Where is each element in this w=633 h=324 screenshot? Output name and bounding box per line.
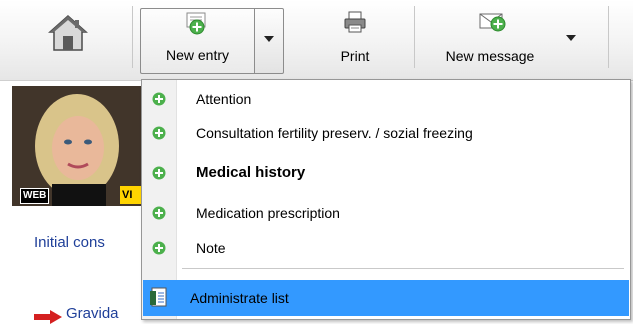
gravida-link[interactable]: Gravida [66, 305, 119, 322]
web-badge: WEB [20, 188, 50, 204]
list-document-icon [150, 287, 167, 307]
menu-item-medical-history[interactable]: Medical history [143, 156, 629, 190]
chevron-down-icon [566, 35, 576, 41]
plus-circle-icon [152, 241, 166, 255]
menu-item-label: Note [196, 240, 226, 256]
new-message-button[interactable]: New message [420, 8, 560, 74]
red-arrow-icon [34, 310, 62, 324]
new-entry-dropdown-menu: Attention Consultation fertility preserv… [141, 79, 631, 320]
chevron-down-icon [264, 36, 274, 42]
new-message-label: New message [445, 48, 535, 64]
menu-item-label: Administrate list [190, 290, 289, 306]
plus-circle-icon [152, 126, 166, 140]
menu-divider [182, 268, 624, 269]
menu-item-label: Attention [196, 91, 252, 107]
vip-badge-label: VI [122, 189, 133, 201]
plus-circle-icon [152, 206, 166, 220]
menu-item-label: Consultation fertility preserv. / sozial… [196, 125, 473, 141]
new-entry-label: New entry [165, 47, 230, 63]
plus-circle-icon [152, 166, 166, 180]
home-icon [48, 14, 88, 51]
toolbar: New entry Print New message [0, 0, 633, 81]
menu-item-administrate-list[interactable]: Administrate list [143, 280, 629, 316]
print-button[interactable]: Print [300, 8, 410, 74]
add-document-icon [186, 12, 206, 35]
new-entry-button[interactable]: New entry [140, 8, 254, 74]
home-button[interactable] [8, 8, 126, 74]
menu-item-label: Medication prescription [196, 205, 340, 221]
menu-item-medication-prescription[interactable]: Medication prescription [143, 196, 629, 230]
print-label: Print [340, 48, 370, 64]
toolbar-separator [132, 6, 133, 68]
vip-badge: VI [120, 186, 142, 204]
toolbar-separator [414, 6, 415, 68]
envelope-add-icon [479, 13, 506, 32]
menu-item-consultation-fertility[interactable]: Consultation fertility preserv. / sozial… [143, 116, 629, 150]
new-message-dropdown-button[interactable] [560, 8, 600, 74]
plus-circle-icon [152, 92, 166, 106]
initial-consultation-link[interactable]: Initial cons [34, 234, 105, 251]
menu-item-note[interactable]: Note [143, 231, 629, 265]
new-entry-dropdown-button[interactable] [254, 8, 284, 74]
toolbar-separator [608, 6, 609, 68]
menu-item-label: Medical history [196, 164, 306, 181]
menu-item-attention[interactable]: Attention [143, 82, 629, 116]
printer-icon [344, 11, 366, 33]
